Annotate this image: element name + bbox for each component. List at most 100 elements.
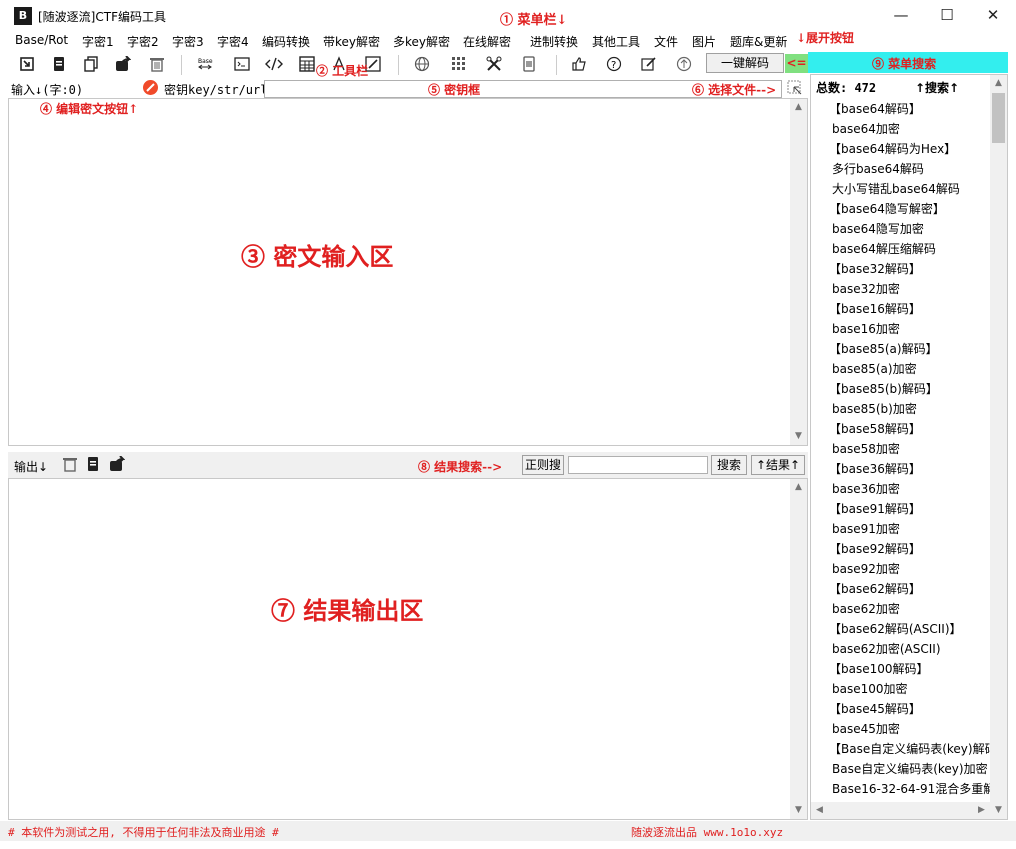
sidebar-search-button[interactable]: ↑搜索↑ xyxy=(915,79,959,96)
close-button[interactable]: ✕ xyxy=(970,0,1016,31)
share-icon[interactable] xyxy=(114,55,132,73)
menu-update[interactable]: 题库&更新 xyxy=(730,33,787,50)
svg-text:Base: Base xyxy=(198,58,213,65)
share-icon[interactable] xyxy=(109,455,126,475)
sidebar-hscrollbar[interactable]: ◀ ▶ ▼ xyxy=(811,802,1007,819)
menu-multikey-decrypt[interactable]: 多key解密 xyxy=(393,33,450,50)
sidebar-item[interactable]: base85(b)加密 xyxy=(832,400,917,417)
result-up-button[interactable]: ↑结果↑ xyxy=(751,455,805,475)
menu-online-decrypt[interactable]: 在线解密 xyxy=(463,33,511,50)
paste-icon[interactable] xyxy=(50,55,68,73)
sidebar-item[interactable]: 【Base自定义编码表(key)解码 xyxy=(829,740,997,757)
menu-zimi1[interactable]: 字密1 xyxy=(82,33,114,50)
scroll-left-icon[interactable]: ◀ xyxy=(811,802,828,819)
copy-icon[interactable] xyxy=(82,55,100,73)
sidebar-item[interactable]: 【base64解码为Hex】 xyxy=(829,140,956,157)
sidebar-item[interactable]: base62加密(ASCII) xyxy=(832,640,941,657)
menu-other-tools[interactable]: 其他工具 xyxy=(592,33,640,50)
sidebar-item[interactable]: 【base91解码】 xyxy=(829,500,921,517)
scroll-down-icon[interactable]: ▼ xyxy=(790,428,807,445)
sidebar-item[interactable]: base36加密 xyxy=(832,480,900,497)
expand-button[interactable]: <= xyxy=(785,54,808,73)
sidebar-item[interactable]: base64加密 xyxy=(832,120,900,137)
document-icon[interactable] xyxy=(520,55,538,73)
sidebar-item[interactable]: base58加密 xyxy=(832,440,900,457)
paste-icon[interactable] xyxy=(85,456,101,475)
scroll-up-icon[interactable]: ▲ xyxy=(990,75,1007,92)
terminal-icon[interactable] xyxy=(233,55,251,73)
output-area[interactable]: ▲ ▼ ⑦ 结果输出区 xyxy=(8,478,808,820)
sidebar-item[interactable]: 【base64解码】 xyxy=(829,100,921,117)
menu-base-convert[interactable]: 进制转换 xyxy=(530,33,578,50)
table-icon[interactable] xyxy=(298,55,316,73)
pencil-icon[interactable] xyxy=(143,80,158,95)
menu-image[interactable]: 图片 xyxy=(692,33,716,50)
tools-icon[interactable] xyxy=(485,55,503,73)
input-area[interactable]: ▲ ▼ ③ 密文输入区 xyxy=(8,98,808,446)
menu-zimi3[interactable]: 字密3 xyxy=(172,33,204,50)
sidebar-item[interactable]: 【base62解码】 xyxy=(829,580,921,597)
sidebar-item[interactable]: base32加密 xyxy=(832,280,900,297)
sidebar-item[interactable]: 【base100解码】 xyxy=(829,660,929,677)
minimize-button[interactable]: — xyxy=(878,0,924,31)
sidebar-item[interactable]: base85(a)加密 xyxy=(832,360,917,377)
sidebar-item[interactable]: 【base64隐写解密】 xyxy=(829,200,945,217)
annotation-choose-file: ⑥ 选择文件--> xyxy=(692,83,777,97)
sidebar-item[interactable]: 【base16解码】 xyxy=(829,300,921,317)
sidebar-item[interactable]: 【base45解码】 xyxy=(829,700,921,717)
menu-zimi2[interactable]: 字密2 xyxy=(127,33,159,50)
sidebar-item[interactable]: 多行base64解码 xyxy=(832,160,924,177)
sidebar-item[interactable]: base100加密 xyxy=(832,680,908,697)
base-tool-icon[interactable]: Base xyxy=(196,55,214,73)
menu-file[interactable]: 文件 xyxy=(654,33,678,50)
key-label: 密钥key/str/url: xyxy=(164,83,275,97)
upload-icon[interactable] xyxy=(675,55,693,73)
sidebar-item[interactable]: 【base32解码】 xyxy=(829,260,921,277)
sidebar-item[interactable]: 【base92解码】 xyxy=(829,540,921,557)
help-icon[interactable]: ? xyxy=(605,55,623,73)
result-search-input[interactable] xyxy=(568,456,708,474)
import-icon[interactable] xyxy=(18,55,36,73)
trash-icon[interactable] xyxy=(148,55,166,73)
sidebar-item[interactable]: 【base58解码】 xyxy=(829,420,921,437)
menu-key-decrypt[interactable]: 带key解密 xyxy=(323,33,380,50)
sidebar-item[interactable]: base92加密 xyxy=(832,560,900,577)
sidebar-item[interactable]: base91加密 xyxy=(832,520,900,537)
sidebar-item[interactable]: base64解压缩解码 xyxy=(832,240,936,257)
sidebar-scrollbar[interactable]: ▲ xyxy=(990,75,1007,803)
sidebar-item[interactable]: 【base85(a)解码】 xyxy=(829,340,938,357)
sidebar-item[interactable]: 大小写错乱base64解码 xyxy=(832,180,960,197)
regex-search-button[interactable]: 正则搜 xyxy=(522,455,564,475)
sidebar-item[interactable]: base45加密 xyxy=(832,720,900,737)
scroll-up-icon[interactable]: ▲ xyxy=(790,479,807,496)
menu-zimi4[interactable]: 字密4 xyxy=(217,33,249,50)
trash-icon[interactable] xyxy=(62,456,78,475)
maximize-button[interactable]: ☐ xyxy=(924,0,970,31)
toolbar-separator xyxy=(398,55,399,75)
scroll-thumb[interactable] xyxy=(992,93,1005,143)
menu-base-rot[interactable]: Base/Rot xyxy=(15,33,68,47)
choose-file-icon[interactable] xyxy=(787,80,803,96)
grid-icon[interactable] xyxy=(450,55,468,73)
sidebar-item[interactable]: Base16-32-64-91混合多重解 xyxy=(832,780,995,797)
thumbs-up-icon[interactable] xyxy=(570,55,588,73)
scroll-up-icon[interactable]: ▲ xyxy=(790,99,807,116)
edit-icon[interactable] xyxy=(640,55,658,73)
input-scrollbar[interactable]: ▲ ▼ xyxy=(790,99,807,445)
scroll-down-icon[interactable]: ▼ xyxy=(790,802,807,819)
sidebar-item[interactable]: base62加密 xyxy=(832,600,900,617)
sidebar-item[interactable]: Base自定义编码表(key)加密 xyxy=(832,760,988,777)
globe-icon[interactable] xyxy=(413,55,431,73)
sidebar-item[interactable]: 【base62解码(ASCII)】 xyxy=(829,620,962,637)
search-button[interactable]: 搜索 xyxy=(711,455,747,475)
sidebar-item[interactable]: base64隐写加密 xyxy=(832,220,924,237)
sidebar-item[interactable]: 【base85(b)解码】 xyxy=(829,380,938,397)
one-key-decode-button[interactable]: 一键解码 xyxy=(706,53,784,73)
output-scrollbar[interactable]: ▲ ▼ xyxy=(790,479,807,819)
sidebar-item[interactable]: 【base36解码】 xyxy=(829,460,921,477)
sidebar-item[interactable]: base16加密 xyxy=(832,320,900,337)
scroll-right-icon[interactable]: ▶ xyxy=(973,802,990,819)
menu-encoding[interactable]: 编码转换 xyxy=(262,33,310,50)
code-icon[interactable] xyxy=(265,55,283,73)
scroll-down-icon[interactable]: ▼ xyxy=(990,802,1007,819)
